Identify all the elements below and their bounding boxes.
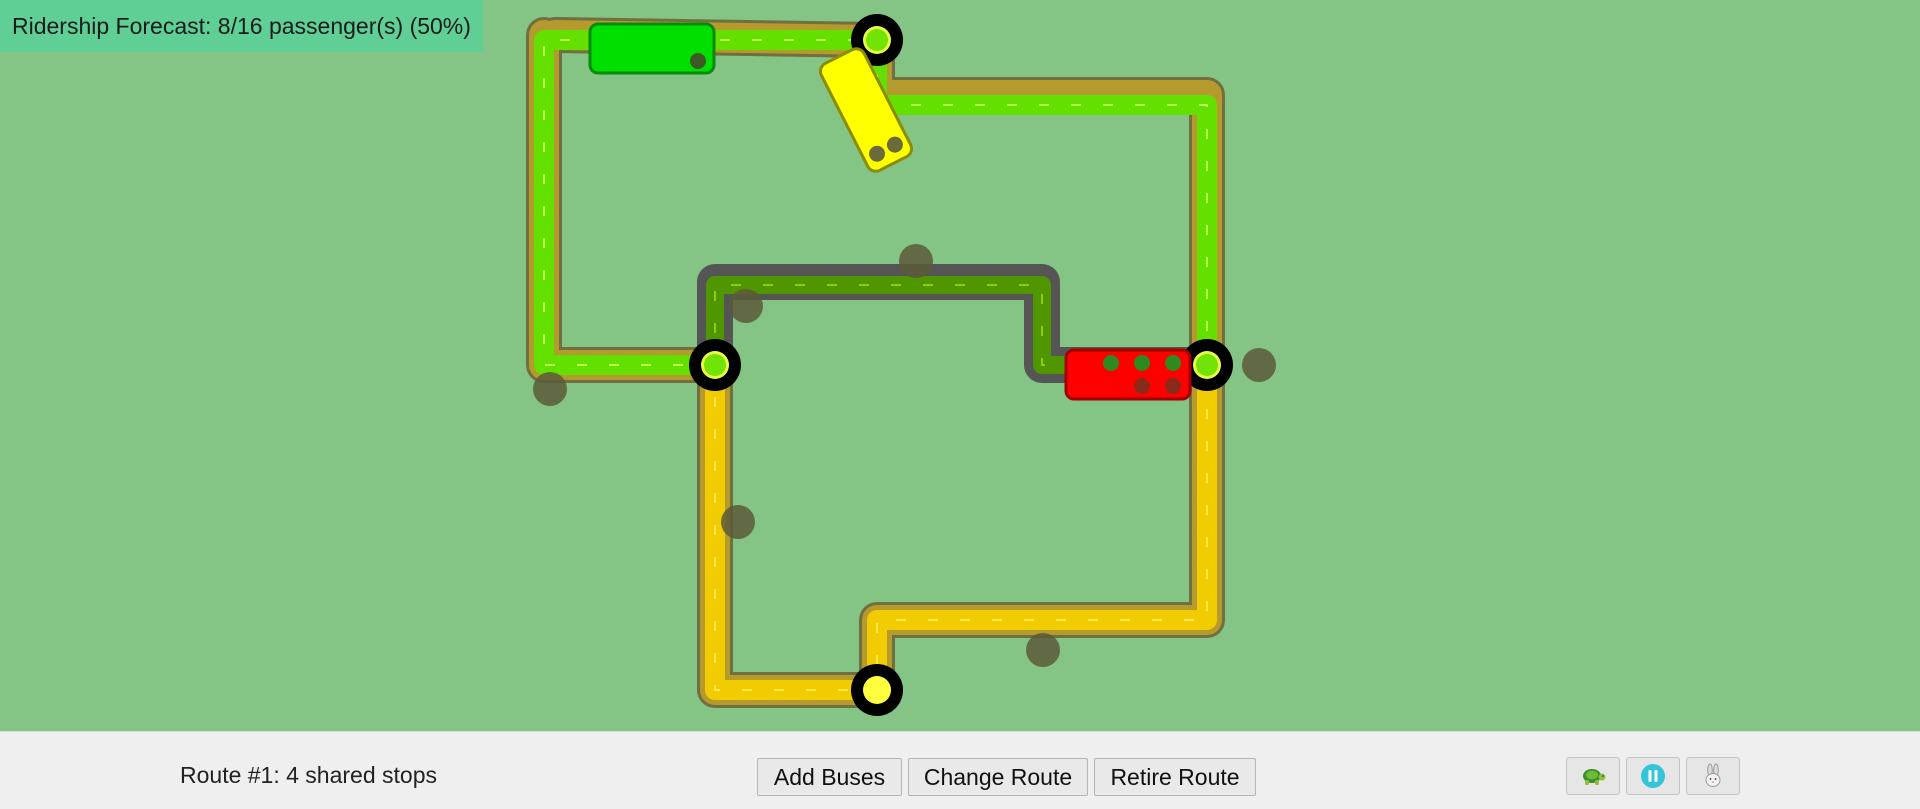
ridership-forecast: Ridership Forecast: 8/16 passenger(s) (5… <box>0 0 483 52</box>
route-info-text: Route #1: 4 shared stops <box>180 762 437 788</box>
passenger-dot <box>1165 378 1181 394</box>
forecast-label: Ridership Forecast: 8/16 passenger(s) (5… <box>12 12 471 39</box>
rider-dot <box>899 244 933 278</box>
stop-marker[interactable] <box>851 664 903 716</box>
route-dash-yellow <box>714 365 1208 691</box>
change-route-button[interactable]: Change Route <box>908 758 1088 796</box>
turtle-icon <box>1583 769 1606 785</box>
add-buses-button[interactable]: Add Buses <box>757 758 902 796</box>
retire-route-button[interactable]: Retire Route <box>1094 758 1256 796</box>
passenger-dot <box>1134 355 1150 371</box>
rider-dot <box>1026 633 1060 667</box>
passenger-dot <box>1103 355 1119 371</box>
fast-speed-button[interactable] <box>1686 757 1740 795</box>
route-line-yellow[interactable] <box>705 365 1217 700</box>
passenger-dot <box>1134 378 1150 394</box>
bus-red[interactable] <box>1064 348 1192 401</box>
passenger-dot <box>690 53 706 69</box>
rider-dot <box>1242 348 1276 382</box>
transit-map[interactable] <box>0 0 1920 731</box>
rider-dot <box>533 372 567 406</box>
slow-speed-button[interactable] <box>1566 757 1620 795</box>
pause-button[interactable] <box>1626 757 1680 795</box>
bus-green[interactable] <box>588 22 716 75</box>
control-bar: Route #1: 4 shared stops Add Buses Chang… <box>0 731 1920 809</box>
pause-icon <box>1641 764 1665 788</box>
passenger-dot <box>1165 355 1181 371</box>
rider-dot <box>729 289 763 323</box>
rabbit-icon <box>1705 763 1721 787</box>
rider-dot <box>721 505 755 539</box>
